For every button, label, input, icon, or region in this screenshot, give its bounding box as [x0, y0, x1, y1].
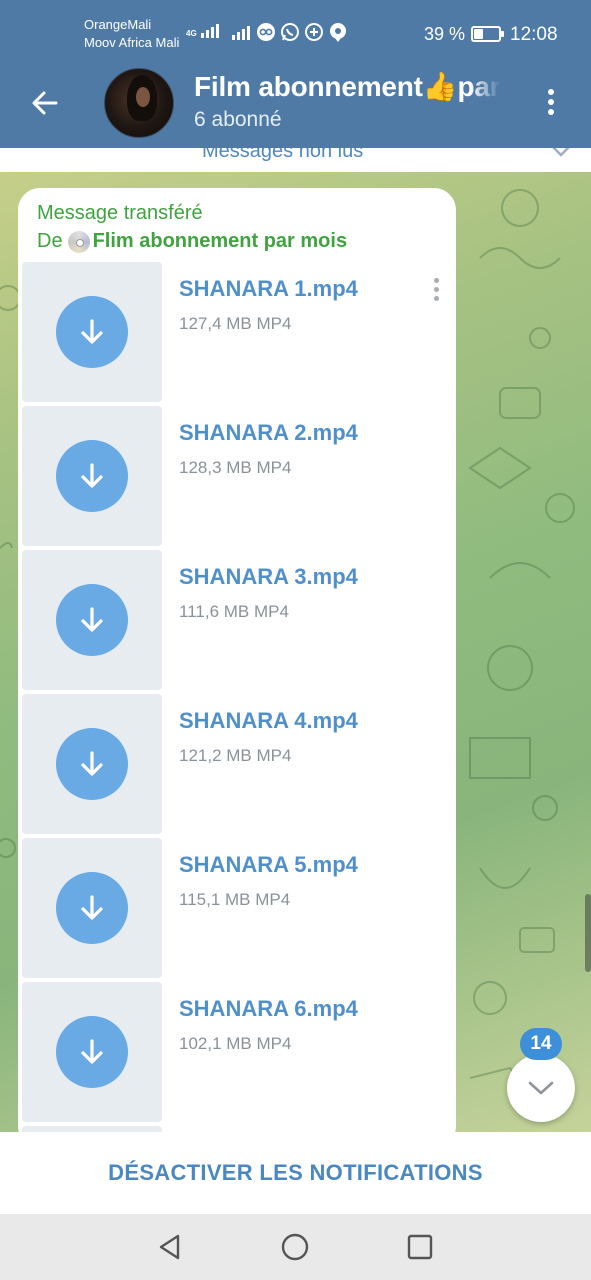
message-bubble[interactable]: Message transféré De Flim abonnement par…: [18, 188, 456, 1132]
download-arrow-icon: [81, 1039, 103, 1064]
forwarded-from-name[interactable]: Flim abonnement par mois: [93, 230, 347, 253]
mute-bar: DÉSACTIVER LES NOTIFICATIONS: [0, 1132, 591, 1214]
chevron-down-icon: [528, 1081, 554, 1095]
file-attachment[interactable]: SHANARA 1.mp4 127,4 MB MP4: [22, 262, 452, 402]
file-attachment[interactable]: SHANARA 5.mp4 115,1 MB MP4: [22, 838, 452, 978]
file-name[interactable]: SHANARA 6.mp4: [179, 996, 358, 1022]
carrier-1: OrangeMali: [84, 17, 152, 32]
subscriber-count[interactable]: 6 abonné: [194, 108, 282, 132]
recents-square-icon: [407, 1234, 433, 1260]
file-size: 121,2 MB MP4: [179, 746, 292, 765]
nav-home-button[interactable]: [279, 1231, 311, 1263]
cd-disc-icon: [67, 230, 90, 253]
download-arrow-icon: [81, 751, 103, 776]
file-size: 128,3 MB MP4: [179, 458, 292, 477]
network-type: 4G: [186, 29, 197, 38]
chat-title[interactable]: Film abonnement👍par mois: [194, 70, 500, 103]
status-bar: OrangeMali Moov Africa Mali 4G 39 % 12:0…: [0, 0, 591, 66]
battery-icon: [471, 26, 504, 42]
download-button[interactable]: [56, 440, 128, 512]
scrollbar-thumb[interactable]: [585, 894, 591, 972]
download-arrow-icon: [81, 319, 103, 344]
file-name[interactable]: SHANARA 1.mp4: [179, 276, 358, 302]
more-vertical-icon: [548, 89, 554, 95]
download-arrow-icon: [81, 607, 103, 632]
download-button[interactable]: [56, 296, 128, 368]
download-button[interactable]: [56, 872, 128, 944]
carrier-names: OrangeMali Moov Africa Mali: [84, 16, 179, 52]
file-name[interactable]: SHANARA 3.mp4: [179, 564, 358, 590]
more-vertical-icon: [433, 277, 439, 283]
back-triangle-icon: [159, 1234, 180, 1260]
file-name[interactable]: SHANARA 2.mp4: [179, 420, 358, 446]
forwarded-from[interactable]: De Flim abonnement par mois: [37, 230, 347, 253]
file-size: 102,1 MB MP4: [179, 1034, 292, 1053]
app-bar: OrangeMali Moov Africa Mali 4G 39 % 12:0…: [0, 0, 591, 148]
battery-percent: 39 %: [424, 24, 466, 44]
back-button[interactable]: [22, 80, 68, 126]
forwarded-label: Message transféré: [37, 202, 203, 224]
notification-icons: [256, 22, 348, 42]
more-options-button[interactable]: [534, 82, 568, 122]
file-name[interactable]: SHANARA 5.mp4: [179, 852, 358, 878]
location-icon: [330, 23, 346, 42]
forwarded-from-prefix: De: [37, 230, 63, 252]
whatsapp-icon: [281, 23, 299, 41]
signal-1-icon: 4G: [186, 22, 219, 38]
download-button[interactable]: [56, 728, 128, 800]
file-size: 127,4 MB MP4: [179, 314, 292, 333]
file-size: 111,6 MB MP4: [179, 602, 289, 621]
nav-recents-button[interactable]: [404, 1231, 436, 1263]
arrow-left-icon: [32, 91, 58, 115]
channel-avatar[interactable]: [104, 68, 174, 138]
system-nav-bar: [0, 1214, 591, 1280]
vpn-icon: [257, 23, 275, 41]
chevron-down-icon[interactable]: [550, 148, 572, 160]
file-name[interactable]: SHANARA 4.mp4: [179, 708, 358, 734]
file-attachment[interactable]: SHANARA 3.mp4 111,6 MB MP4: [22, 550, 452, 690]
signal-2-icon: [232, 24, 250, 40]
file-size: 115,1 MB MP4: [179, 890, 291, 909]
scroll-to-bottom-button[interactable]: [507, 1054, 575, 1122]
file-attachment[interactable]: SHANARA 4.mp4 121,2 MB MP4: [22, 694, 452, 834]
home-circle-icon: [281, 1233, 309, 1261]
status-time: 12:08: [510, 24, 558, 45]
download-button[interactable]: [56, 1016, 128, 1088]
download-arrow-icon: [81, 463, 103, 488]
download-button[interactable]: [56, 584, 128, 656]
chat-area[interactable]: Messages non lus Message transféré De Fl…: [0, 148, 591, 1132]
carrier-2: Moov Africa Mali: [84, 35, 180, 50]
file-attachment[interactable]: SHANARA 2.mp4 128,3 MB MP4: [22, 406, 452, 546]
unread-messages-banner: Messages non lus: [0, 148, 591, 172]
download-arrow-icon: [81, 895, 103, 920]
unread-count-badge: 14: [520, 1028, 562, 1060]
unread-banner-label: Messages non lus: [202, 148, 364, 162]
file-attachment[interactable]: SHANARA 6.mp4 102,1 MB MP4: [22, 982, 452, 1122]
nav-back-button[interactable]: [154, 1231, 186, 1263]
file-options-button[interactable]: [426, 274, 446, 304]
plus-circle-icon: [305, 23, 323, 41]
mute-notifications-button[interactable]: DÉSACTIVER LES NOTIFICATIONS: [108, 1160, 483, 1186]
